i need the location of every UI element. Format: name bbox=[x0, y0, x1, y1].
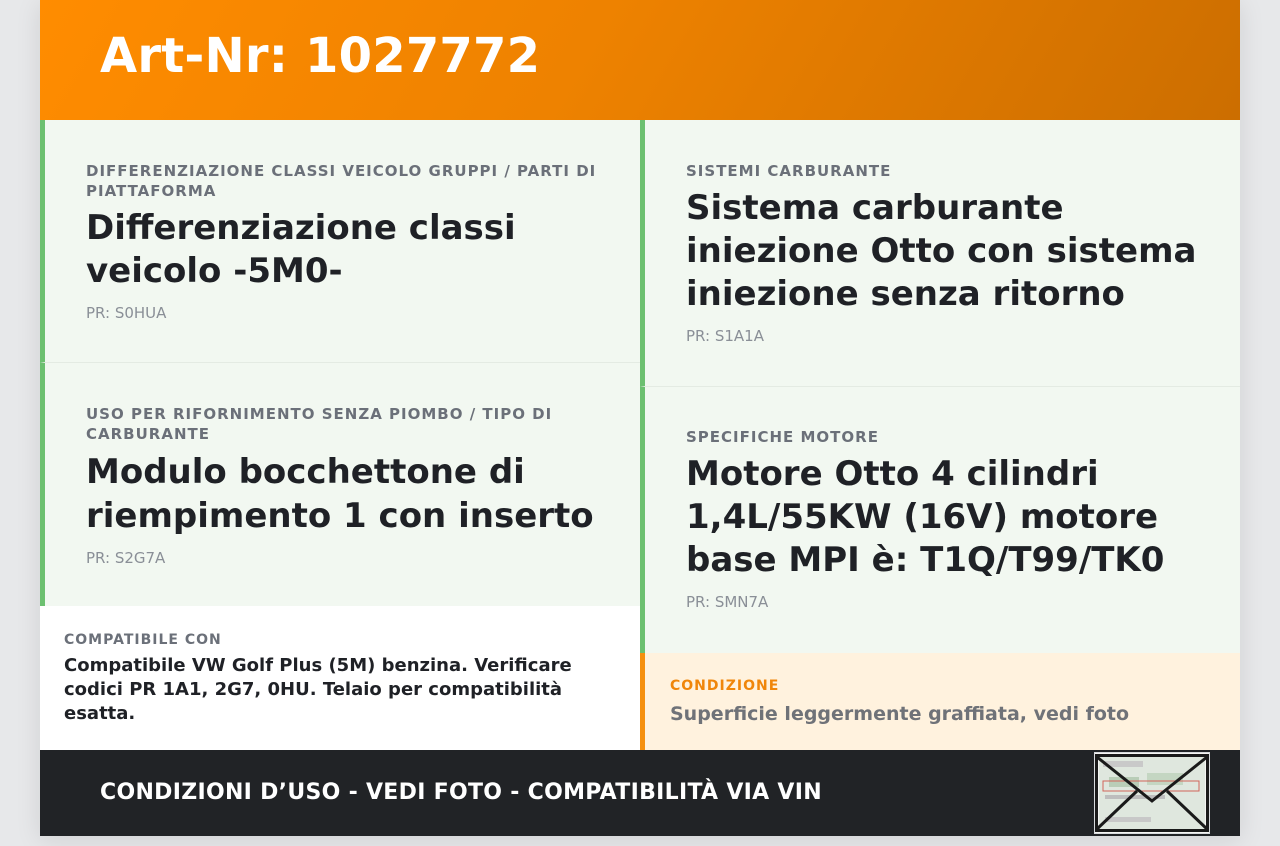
footer-notice: CONDIZIONI D’USO - VEDI FOTO - COMPATIBI… bbox=[100, 780, 822, 805]
feature-category: SPECIFICHE MOTORE bbox=[686, 428, 879, 446]
pr-code: PR: SMN7A bbox=[686, 593, 769, 611]
footer-bar: CONDIZIONI D’USO - VEDI FOTO - COMPATIBI… bbox=[40, 750, 1240, 836]
photo-envelope-icon bbox=[1095, 753, 1209, 833]
pr-code: PR: S1A1A bbox=[686, 327, 764, 345]
compatibility-box: COMPATIBILE CON Compatibile VW Golf Plus… bbox=[40, 606, 640, 750]
compatibility-label: COMPATIBILE CON bbox=[64, 632, 222, 648]
condition-box: CONDIZIONE Superficie leggermente graffi… bbox=[640, 653, 1240, 750]
feature-title: Sistema carburante iniezione Otto con si… bbox=[686, 188, 1197, 314]
condition-text: Superficie leggermente graffiata, vedi f… bbox=[670, 703, 1130, 725]
feature-card-fuel-type: USO PER RIFORNIMENTO SENZA PIOMBO / TIPO… bbox=[40, 363, 640, 606]
product-card: Art-Nr: 1027772 DIFFERENZIAZIONE CLASSI … bbox=[40, 0, 1240, 836]
product-photo-thumbnail[interactable] bbox=[1094, 752, 1210, 834]
article-number-title: Art-Nr: 1027772 bbox=[100, 28, 541, 84]
feature-title: Differenziazione classi veicolo -5M0- bbox=[86, 208, 516, 291]
pr-code: PR: S2G7A bbox=[86, 549, 166, 567]
pr-code: PR: S0HUA bbox=[86, 304, 167, 322]
feature-title: Modulo bocchettone di riempimento 1 con … bbox=[86, 452, 594, 536]
condition-label: CONDIZIONE bbox=[670, 678, 780, 694]
feature-card-engine: SPECIFICHE MOTORE Motore Otto 4 cilindri… bbox=[640, 387, 1240, 653]
compatibility-text: Compatibile VW Golf Plus (5M) benzina. V… bbox=[64, 655, 572, 724]
feature-category: DIFFERENZIAZIONE CLASSI VEICOLO GRUPPI /… bbox=[86, 162, 597, 200]
feature-title: Motore Otto 4 cilindri 1,4L/55KW (16V) m… bbox=[686, 454, 1165, 580]
feature-card-fuel-system: SISTEMI CARBURANTE Sistema carburante in… bbox=[640, 120, 1240, 387]
header-banner: Art-Nr: 1027772 bbox=[40, 0, 1240, 120]
feature-card-platform: DIFFERENZIAZIONE CLASSI VEICOLO GRUPPI /… bbox=[40, 120, 640, 363]
feature-category: USO PER RIFORNIMENTO SENZA PIOMBO / TIPO… bbox=[86, 405, 553, 443]
feature-category: SISTEMI CARBURANTE bbox=[686, 162, 892, 180]
